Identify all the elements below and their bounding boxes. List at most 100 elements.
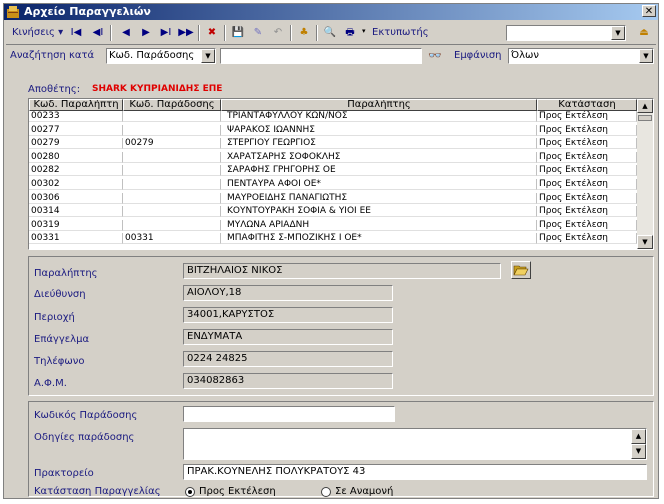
profession-field[interactable]: ΕΝΔΥΜΑΤΑ: [183, 329, 393, 345]
table-row[interactable]: 00302 ΠΕΝΤΑΥΡΑ ΑΦΟΙ ΟΕ* Προς Εκτέλεση: [29, 179, 637, 190]
cell-recipient-code: 00233: [29, 111, 123, 122]
cell-status: Προς Εκτέλεση: [537, 179, 637, 190]
table-row[interactable]: 00282 ΣΑΡΑΦΗΣ ΓΡΗΓΟΡΗΣ ΟΕ Προς Εκτέλεση: [29, 165, 637, 177]
printer-dropdown-arrow[interactable]: ▾: [362, 27, 366, 35]
cell-recipient-name: ΧΑΡΑΤΣΑΡΗΣ ΣΟΦΟΚΛΗΣ: [221, 151, 537, 163]
search-field-select[interactable]: Κωδ. Παράδοσης ▼: [106, 48, 216, 64]
scroll-up-icon[interactable]: ▲: [637, 99, 653, 113]
delivery-code-field[interactable]: [183, 406, 395, 422]
edit-icon[interactable]: ✎: [250, 25, 266, 41]
cell-recipient-code: 00314: [29, 206, 123, 218]
prev-record-icon[interactable]: ◀: [118, 25, 134, 41]
cell-delivery-code: [123, 151, 221, 163]
toolbar-separator: [224, 25, 226, 41]
status-radio-pending-execution[interactable]: [185, 487, 195, 497]
scroll-down-icon[interactable]: ▼: [631, 444, 646, 459]
cell-status: Προς Εκτέλεση: [537, 165, 637, 177]
cell-recipient-name: ΣΤΕΡΓΙΟΥ ΓΕΩΡΓΙΟΣ: [221, 138, 537, 150]
cell-delivery-code: [123, 124, 221, 136]
column-header-recipient-code[interactable]: Κωδ. Παραλήπτη: [29, 99, 123, 111]
area-field[interactable]: 34001,ΚΑΡΥΣΤΟΣ: [183, 307, 393, 323]
window-title: Αρχείο Παραγγελιών: [24, 5, 151, 18]
save-icon[interactable]: 💾: [230, 25, 246, 41]
chevron-down-icon[interactable]: ▼: [201, 49, 215, 63]
scroll-thumb[interactable]: [638, 115, 652, 121]
table-row[interactable]: 00280 ΧΑΡΑΤΣΑΡΗΣ ΣΟΦΟΚΛΗΣ Προς Εκτέλεση: [29, 151, 637, 163]
address-label: Διεύθυνση: [34, 289, 86, 300]
exit-icon[interactable]: ⏏: [636, 25, 652, 41]
tree-icon[interactable]: ♣: [296, 25, 312, 41]
cell-recipient-code: 00282: [29, 165, 123, 177]
close-button[interactable]: ✕: [642, 5, 656, 17]
folder-open-icon: [513, 265, 529, 276]
recipient-details-panel: Παραλήπτης ΒΙΤΖΗΛΑΙΟΣ ΝΙΚΟΣ Διεύθυνση ΑΙ…: [28, 256, 654, 396]
printer-label: Εκτυπωτής: [372, 27, 429, 38]
next-record-icon[interactable]: ▶: [138, 25, 154, 41]
afm-label: Α.Φ.Μ.: [34, 378, 67, 389]
status-option-pending-execution: Προς Εκτέλεση: [199, 486, 276, 497]
agency-field[interactable]: ΠΡΑΚ.ΚΟΥΝΕΛΗΣ ΠΟΛΥΚΡΑΤΟΥΣ 43: [183, 464, 647, 480]
table-row[interactable]: 00233 ΤΡΙΑΝΤΑΦΥΛΛΟΥ ΚΩΝ/ΝΟΣ Προς Εκτέλεση: [29, 111, 637, 122]
delivery-instructions-label: Οδηγίες παράδοσης: [34, 432, 135, 443]
delivery-instructions-field[interactable]: [183, 428, 647, 460]
cell-status: Προς Εκτέλεση: [537, 219, 637, 231]
print-preview-icon[interactable]: 🔍: [322, 25, 338, 41]
table-row[interactable]: 00279 00279 ΣΤΕΡΓΙΟΥ ΓΕΩΡΓΙΟΣ Προς Εκτέλεση: [29, 138, 637, 150]
agency-label: Πρακτορείο: [34, 468, 94, 479]
cell-delivery-code: 00279: [123, 138, 221, 150]
grid-scrollbar[interactable]: ▲ ▼: [637, 99, 653, 249]
toolbar-separator: [198, 25, 200, 41]
cell-recipient-code: 00306: [29, 192, 123, 204]
cell-recipient-name: ΠΕΝΤΑΥΡΑ ΑΦΟΙ ΟΕ*: [221, 179, 537, 190]
cell-delivery-code: [123, 111, 221, 122]
scroll-up-icon[interactable]: ▲: [631, 429, 646, 444]
next-page-icon[interactable]: ▶I: [158, 25, 174, 41]
orders-grid[interactable]: Κωδ. Παραλήπτη Κωδ. Παράδοσης Παραλήπτης…: [28, 98, 654, 250]
cell-status: Προς Εκτέλεση: [537, 192, 637, 204]
table-row[interactable]: 00319 ΜΥΛΩΝΑ ΑΡΙΑΔΝΗ Προς Εκτέλεση: [29, 219, 637, 231]
search-field-value: Κωδ. Παράδοσης: [109, 50, 195, 61]
cell-status: Προς Εκτέλεση: [537, 233, 637, 245]
moves-menu[interactable]: Κινήσεις ▾: [12, 27, 63, 38]
delete-icon[interactable]: ✖: [204, 25, 220, 41]
find-icon[interactable]: 👓: [428, 49, 442, 62]
toolbar-separator: [290, 25, 292, 41]
delivery-code-label: Κωδικός Παράδοσης: [34, 410, 138, 421]
chevron-down-icon[interactable]: ▼: [639, 49, 653, 63]
delivery-panel: Κωδικός Παράδοσης Οδηγίες παράδοσης ▲ ▼ …: [28, 401, 654, 497]
column-header-status[interactable]: Κατάσταση: [537, 99, 637, 111]
last-record-icon[interactable]: ▶▶: [178, 25, 194, 41]
printer-icon[interactable]: 🖶: [342, 25, 358, 41]
column-header-recipient[interactable]: Παραλήπτης: [221, 99, 537, 111]
phone-field[interactable]: 0224 24825: [183, 351, 393, 367]
chevron-down-icon[interactable]: ▼: [611, 26, 625, 40]
table-row[interactable]: 00331 00331 ΜΠΑΦΙΤΗΣ Σ-ΜΠΟΖΙΚΗΣ Ι ΟΕ* Προς …: [29, 233, 637, 245]
recipient-label: Παραλήπτης: [34, 268, 98, 279]
cell-recipient-code: 00279: [29, 138, 123, 150]
open-folder-button[interactable]: [511, 261, 531, 279]
recipient-field[interactable]: ΒΙΤΖΗΛΑΙΟΣ ΝΙΚΟΣ: [183, 263, 501, 279]
cell-delivery-code: [123, 206, 221, 218]
printer-select[interactable]: ▼: [506, 25, 626, 41]
address-field[interactable]: ΑΙΟΛΟΥ,18: [183, 285, 393, 301]
phone-label: Τηλέφωνο: [34, 356, 85, 367]
search-input[interactable]: [220, 48, 422, 64]
supplier-value: SHARK ΚΥΠΡΙΑΝΙΔΗΣ ΕΠΕ: [92, 84, 223, 94]
scroll-down-icon[interactable]: ▼: [637, 235, 653, 249]
display-select[interactable]: Όλων ▼: [508, 48, 654, 64]
table-row[interactable]: 00277 ΨΑΡΑΚΟΣ ΙΩΑΝΝΗΣ Προς Εκτέλεση: [29, 124, 637, 136]
column-header-delivery-code[interactable]: Κωδ. Παράδοσης: [123, 99, 221, 111]
first-record-icon[interactable]: I◀: [68, 25, 84, 41]
status-radio-on-hold[interactable]: [321, 487, 331, 497]
table-row[interactable]: 00314 ΚΟΥΝΤΟΥΡΑΚΗ ΣΟΦΙΑ & ΥΙΟΙ ΕΕ Προς Εκτ…: [29, 206, 637, 218]
cell-recipient-name: ΣΑΡΑΦΗΣ ΓΡΗΓΟΡΗΣ ΟΕ: [221, 165, 537, 177]
instructions-scrollbar[interactable]: ▲ ▼: [631, 429, 646, 459]
cell-recipient-code: 00277: [29, 124, 123, 136]
undo-icon[interactable]: ↶: [270, 25, 286, 41]
title-bar: Αρχείο Παραγγελιών ✕: [4, 4, 658, 20]
app-icon: [7, 6, 19, 18]
afm-field[interactable]: 034082863: [183, 373, 393, 389]
table-row[interactable]: 00306 ΜΑΥΡΟΕΙΔΗΣ ΠΑΝΑΓΙΩΤΗΣ Προς Εκτέλεση: [29, 192, 637, 204]
prev-page-icon[interactable]: ◀I: [90, 25, 106, 41]
orders-window: Αρχείο Παραγγελιών ✕ Κινήσεις ▾ I◀ ◀I ◀ …: [3, 3, 659, 499]
